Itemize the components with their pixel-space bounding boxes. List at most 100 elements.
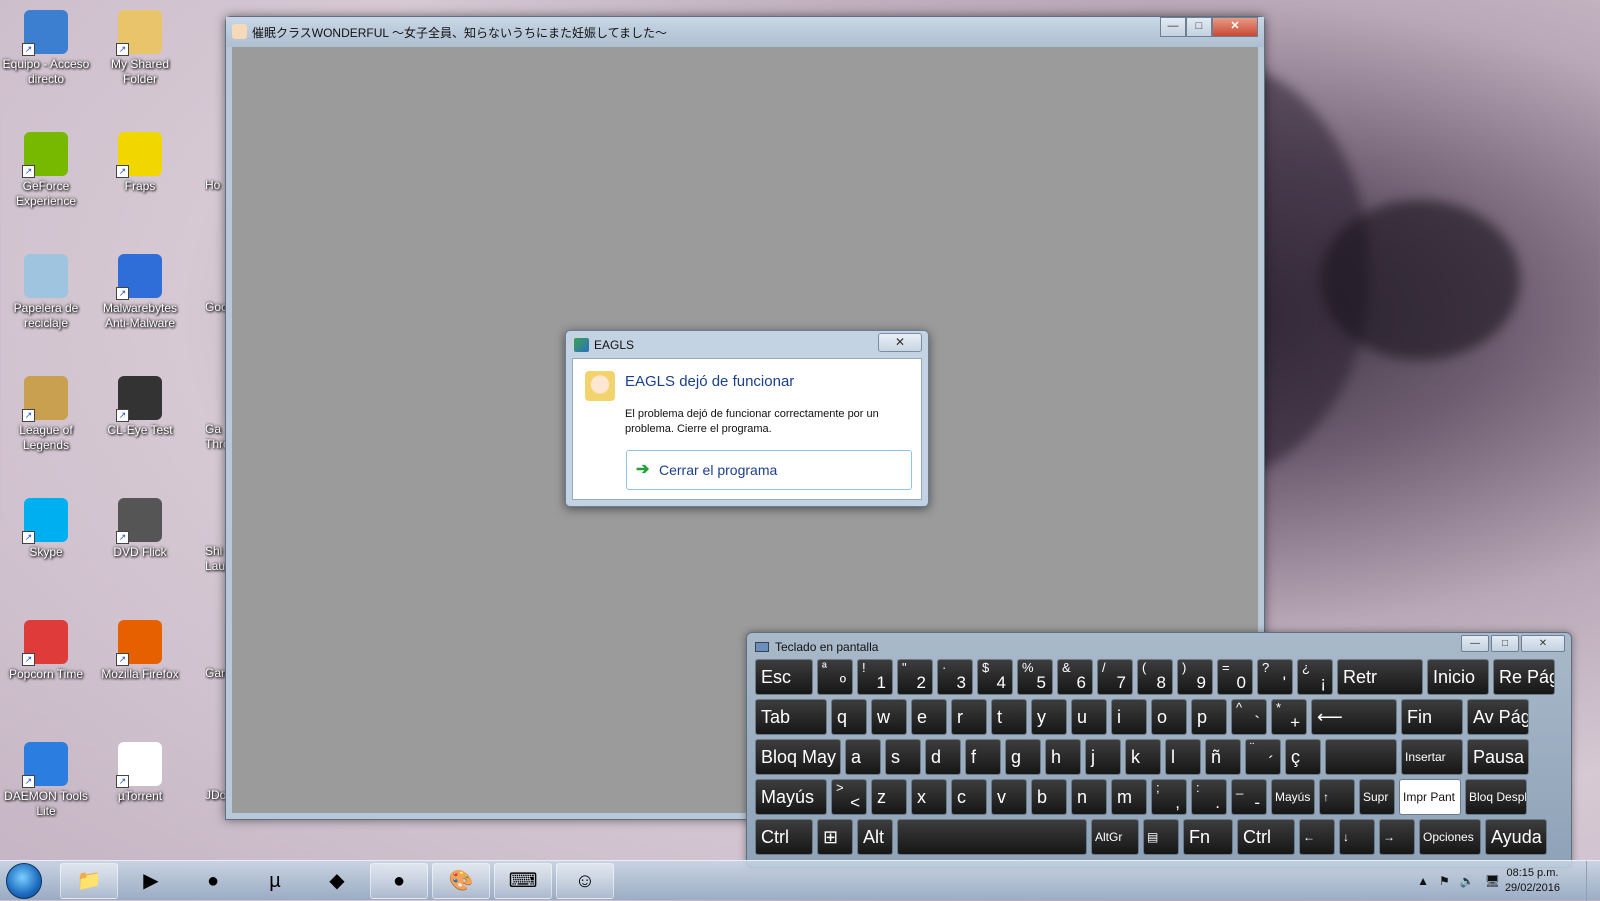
game-window-titlebar[interactable]: 催眠クラスWONDERFUL ～女子全員、知らないうちにまた妊娠してました～ —… xyxy=(226,17,1264,47)
key[interactable]: ¨ ´ xyxy=(1245,739,1281,775)
key[interactable]: i xyxy=(1111,699,1147,735)
key[interactable]: o xyxy=(1151,699,1187,735)
key[interactable]: = 0 xyxy=(1217,659,1253,695)
key[interactable]: r xyxy=(951,699,987,735)
key[interactable]: Ctrl xyxy=(1237,819,1295,855)
key[interactable]: :. xyxy=(1191,779,1227,815)
taskbar-paint-button[interactable]: 🎨 xyxy=(432,863,490,899)
key[interactable]: Mayús xyxy=(1271,779,1315,815)
key[interactable]: a xyxy=(845,739,881,775)
taskbar-chrome-2-button[interactable]: ● xyxy=(370,863,428,899)
key[interactable]: ªº xyxy=(817,659,853,695)
key[interactable]: Retr xyxy=(1337,659,1423,695)
key[interactable]: Mayús xyxy=(755,779,827,815)
keyboard-maximize-button[interactable]: □ xyxy=(1491,635,1519,652)
desktop-icon[interactable]: ↗ DAEMON Tools Lite xyxy=(0,742,92,819)
key[interactable]: Opciones xyxy=(1419,819,1481,855)
key[interactable]: Alt xyxy=(857,819,893,855)
maximize-button[interactable]: □ xyxy=(1186,17,1212,37)
key[interactable]: Impr Pant xyxy=(1399,779,1461,815)
key[interactable]: " 2 xyxy=(897,659,933,695)
key[interactable]: Ayuda xyxy=(1485,819,1547,855)
tray-icon[interactable]: 🖥 xyxy=(1485,874,1500,888)
key[interactable]: u xyxy=(1071,699,1107,735)
key[interactable]: * + xyxy=(1271,699,1307,735)
key[interactable] xyxy=(1325,739,1397,775)
key[interactable]: n xyxy=(1071,779,1107,815)
desktop-icon[interactable]: ↗ Skype xyxy=(0,498,92,560)
key[interactable]: ) 9 xyxy=(1177,659,1213,695)
desktop-icon[interactable]: ↗ Fraps xyxy=(94,132,186,194)
key[interactable]: Fin xyxy=(1401,699,1463,735)
key[interactable]: Bloq Despl xyxy=(1465,779,1527,815)
key[interactable]: $4 xyxy=(977,659,1013,695)
keyboard-minimize-button[interactable]: — xyxy=(1461,635,1489,652)
key[interactable]: ^ ` xyxy=(1231,699,1267,735)
key[interactable]: s xyxy=(885,739,921,775)
key[interactable]: Inicio xyxy=(1427,659,1489,695)
desktop-icon[interactable]: ↗ Malwarebytes Anti-Malware xyxy=(94,254,186,331)
key[interactable]: Pausa xyxy=(1467,739,1529,775)
key[interactable]: v xyxy=(991,779,1027,815)
desktop-icon[interactable]: ↗ DVD Flick xyxy=(94,498,186,560)
show-desktop-button[interactable] xyxy=(1586,861,1600,901)
taskbar-game-button[interactable]: ☺ xyxy=(556,863,614,899)
key[interactable]: Insertar xyxy=(1401,739,1463,775)
key[interactable]: ! 1 xyxy=(857,659,893,695)
key[interactable]: b xyxy=(1031,779,1067,815)
start-button[interactable] xyxy=(6,863,42,899)
key[interactable]: d xyxy=(925,739,961,775)
key[interactable]: l xyxy=(1165,739,1201,775)
key[interactable]: x xyxy=(911,779,947,815)
key[interactable]: w xyxy=(871,699,907,735)
taskbar-utorrent-button[interactable]: µ xyxy=(246,863,304,899)
key[interactable]: Av Pág xyxy=(1467,699,1529,735)
key[interactable]: · 3 xyxy=(937,659,973,695)
key[interactable]: → xyxy=(1379,819,1415,855)
desktop-icon[interactable]: ↗ GeForce Experience xyxy=(0,132,92,209)
taskbar-explorer-button[interactable]: 📁 xyxy=(60,863,118,899)
tray-icon[interactable]: ⚑ xyxy=(1439,874,1450,888)
key[interactable]: z xyxy=(871,779,907,815)
key[interactable]: /7 xyxy=(1097,659,1133,695)
taskbar-app-green-button[interactable]: ◆ xyxy=(308,863,366,899)
desktop-icon[interactable]: ↗ Mozilla Firefox xyxy=(94,620,186,682)
key[interactable]: c xyxy=(951,779,987,815)
key[interactable] xyxy=(897,819,1087,855)
key[interactable]: q xyxy=(831,699,867,735)
key[interactable]: _ - xyxy=(1231,779,1267,815)
key[interactable]: ⊞ xyxy=(817,819,853,855)
close-program-button[interactable]: ➔ Cerrar el programa xyxy=(626,450,912,490)
key[interactable]: ↑ xyxy=(1319,779,1355,815)
key[interactable]: Bloq May xyxy=(755,739,841,775)
key[interactable]: > < xyxy=(831,779,867,815)
desktop-icon[interactable]: ↗ µTorrent xyxy=(94,742,186,804)
taskbar-chrome-button[interactable]: ● xyxy=(184,863,242,899)
key[interactable]: & 6 xyxy=(1057,659,1093,695)
key[interactable]: ▤ xyxy=(1143,819,1179,855)
desktop-icon[interactable]: ↗ Popcorn Time xyxy=(0,620,92,682)
key[interactable]: ↓ xyxy=(1339,819,1375,855)
key[interactable]: Esc xyxy=(755,659,813,695)
key[interactable]: m xyxy=(1111,779,1147,815)
desktop-icon[interactable]: ↗ CL-Eye Test xyxy=(94,376,186,438)
key[interactable]: % 5 xyxy=(1017,659,1053,695)
key[interactable]: ← xyxy=(1299,819,1335,855)
desktop-icon[interactable]: Papelera de reciclaje xyxy=(0,254,92,331)
key[interactable]: e xyxy=(911,699,947,735)
key[interactable]: k xyxy=(1125,739,1161,775)
key[interactable]: Fn xyxy=(1183,819,1233,855)
key[interactable]: ¿ ¡ xyxy=(1297,659,1333,695)
key[interactable]: (8 xyxy=(1137,659,1173,695)
desktop-icon[interactable]: ↗ League of Legends xyxy=(0,376,92,453)
clock[interactable]: 08:15 p.m. 29/02/2016 xyxy=(1505,866,1560,896)
key[interactable]: ;, xyxy=(1151,779,1187,815)
taskbar-media-player-button[interactable]: ▶ xyxy=(122,863,180,899)
key[interactable]: AltGr xyxy=(1091,819,1139,855)
key[interactable]: ⟵ xyxy=(1311,699,1397,735)
key[interactable]: f xyxy=(965,739,1001,775)
key[interactable]: g xyxy=(1005,739,1041,775)
key[interactable]: Supr xyxy=(1359,779,1395,815)
key[interactable]: t xyxy=(991,699,1027,735)
key[interactable]: ? ' xyxy=(1257,659,1293,695)
